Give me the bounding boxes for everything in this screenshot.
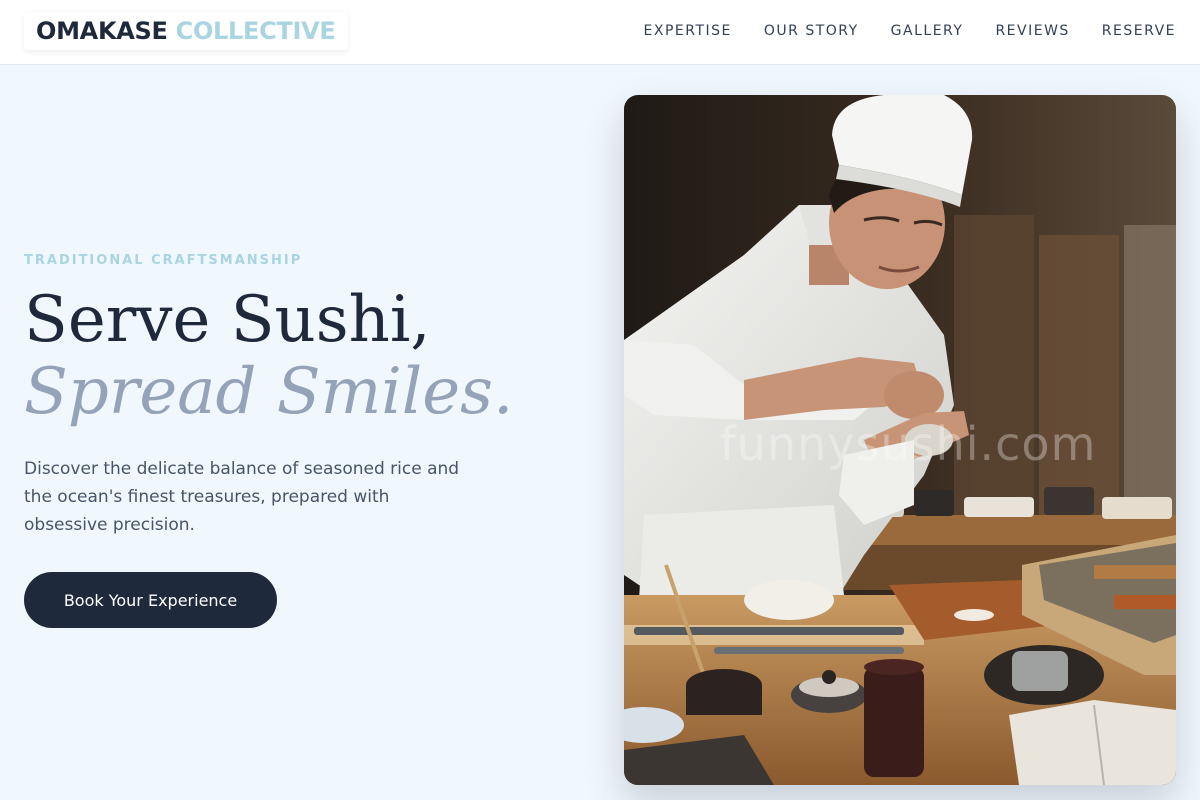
nav-link-reserve[interactable]: RESERVE	[1102, 23, 1176, 39]
hero-headline: Serve Sushi, Spread Smiles.	[24, 284, 513, 428]
hero-chef-photo: funnysushi.com	[624, 95, 1176, 785]
brand-logo[interactable]: OMAKASE COLLECTIVE	[24, 12, 348, 50]
chef-illustration	[624, 95, 1176, 785]
brand-name-accent: COLLECTIVE	[175, 17, 336, 45]
nav-link-expertise[interactable]: EXPERTISE	[644, 23, 732, 39]
nav-links: EXPERTISE OUR STORY GALLERY REVIEWS RESE…	[644, 0, 1176, 62]
hero-eyebrow: TRADITIONAL CRAFTSMANSHIP	[24, 253, 303, 268]
book-experience-button[interactable]: Book Your Experience	[24, 572, 277, 628]
nav-link-our-story[interactable]: OUR STORY	[764, 23, 859, 39]
headline-line-1: Serve Sushi,	[24, 283, 431, 357]
top-nav: OMAKASE COLLECTIVE EXPERTISE OUR STORY G…	[0, 0, 1200, 65]
hero-description: Discover the delicate balance of seasone…	[24, 459, 460, 535]
nav-link-gallery[interactable]: GALLERY	[891, 23, 964, 39]
headline-line-2: Spread Smiles.	[24, 355, 514, 429]
brand-name-primary: OMAKASE	[36, 17, 168, 45]
nav-link-reviews[interactable]: REVIEWS	[995, 23, 1069, 39]
